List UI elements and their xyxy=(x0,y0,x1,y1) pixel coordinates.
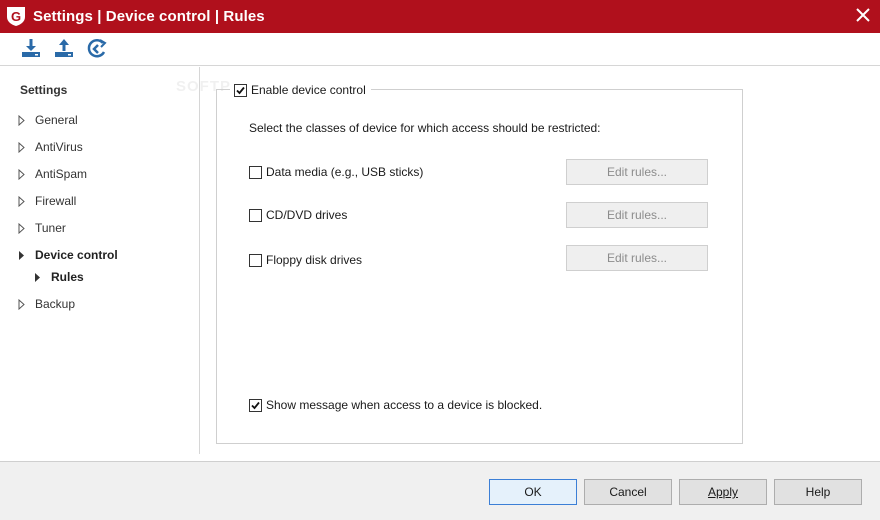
toolbar xyxy=(0,33,880,66)
chevron-right-icon xyxy=(18,195,28,207)
cd-dvd-label: CD/DVD drives xyxy=(266,208,348,222)
sidebar-item-antispam[interactable]: AntiSpam xyxy=(18,164,87,184)
chevron-selected-icon xyxy=(34,271,44,283)
checkbox-checked[interactable] xyxy=(234,83,247,97)
checkbox-checked[interactable] xyxy=(249,398,262,412)
dialog-footer: OK Cancel Apply Help xyxy=(0,461,880,520)
cd-dvd-edit-rules-button[interactable]: Edit rules... xyxy=(566,202,708,228)
svg-text:G: G xyxy=(11,9,21,24)
sidebar-item-label: Rules xyxy=(51,270,84,284)
title-bar: G Settings | Device control | Rules xyxy=(0,0,880,33)
sidebar-item-tuner[interactable]: Tuner xyxy=(18,218,66,238)
close-button[interactable] xyxy=(846,0,880,33)
chevron-right-icon xyxy=(18,168,28,180)
apply-button[interactable]: Apply xyxy=(679,479,767,505)
data-media-label: Data media (e.g., USB sticks) xyxy=(266,165,424,179)
ok-button[interactable]: OK xyxy=(489,479,577,505)
sidebar-item-backup[interactable]: Backup xyxy=(18,294,75,314)
sidebar-item-label: General xyxy=(35,113,78,127)
restore-defaults-button[interactable] xyxy=(85,37,109,61)
chevron-right-icon xyxy=(18,114,28,126)
sidebar-item-label: Device control xyxy=(35,248,118,262)
floppy-checkbox[interactable]: Floppy disk drives xyxy=(249,252,362,268)
close-icon xyxy=(856,8,870,25)
help-button[interactable]: Help xyxy=(774,479,862,505)
checkbox-unchecked[interactable] xyxy=(249,208,262,222)
export-button[interactable] xyxy=(52,37,76,61)
import-icon xyxy=(20,37,42,62)
data-media-checkbox[interactable]: Data media (e.g., USB sticks) xyxy=(249,164,423,180)
floppy-edit-rules-button[interactable]: Edit rules... xyxy=(566,245,708,271)
chevron-expanded-icon xyxy=(18,249,28,261)
chevron-right-icon xyxy=(18,298,28,310)
sidebar-item-firewall[interactable]: Firewall xyxy=(18,191,76,211)
restore-defaults-icon xyxy=(86,37,108,62)
floppy-label: Floppy disk drives xyxy=(266,253,363,267)
sidebar-item-rules[interactable]: Rules xyxy=(34,267,84,287)
sidebar-heading: Settings xyxy=(20,83,68,97)
apply-label: Apply xyxy=(707,485,739,499)
sidebar-item-label: AntiVirus xyxy=(35,140,83,154)
show-message-checkbox[interactable]: Show message when access to a device is … xyxy=(249,397,542,413)
show-message-label: Show message when access to a device is … xyxy=(266,398,543,412)
cancel-button[interactable]: Cancel xyxy=(584,479,672,505)
import-button[interactable] xyxy=(19,37,43,61)
cd-dvd-checkbox[interactable]: CD/DVD drives xyxy=(249,207,347,223)
sidebar-item-label: Firewall xyxy=(35,194,77,208)
enable-device-control-checkbox[interactable]: Enable device control xyxy=(230,81,371,99)
checkbox-unchecked[interactable] xyxy=(249,165,262,179)
data-media-edit-rules-button[interactable]: Edit rules... xyxy=(566,159,708,185)
enable-device-control-label: Enable device control xyxy=(251,83,366,97)
window-title: Settings | Device control | Rules xyxy=(33,8,265,25)
sidebar-item-label: Tuner xyxy=(35,221,66,235)
checkbox-unchecked[interactable] xyxy=(249,253,262,267)
gdata-shield-logo-icon: G xyxy=(6,6,26,27)
chevron-right-icon xyxy=(18,141,28,153)
sidebar-item-antivirus[interactable]: AntiVirus xyxy=(18,137,83,157)
sidebar-item-general[interactable]: General xyxy=(18,110,78,130)
instruction-text: Select the classes of device for which a… xyxy=(249,121,601,135)
settings-sidebar: Settings General AntiVirus AntiSpam Fire… xyxy=(0,67,200,454)
sidebar-item-device-control[interactable]: Device control xyxy=(18,245,118,265)
sidebar-item-label: AntiSpam xyxy=(35,167,88,181)
sidebar-item-label: Backup xyxy=(35,297,76,311)
export-icon xyxy=(53,37,75,62)
chevron-right-icon xyxy=(18,222,28,234)
